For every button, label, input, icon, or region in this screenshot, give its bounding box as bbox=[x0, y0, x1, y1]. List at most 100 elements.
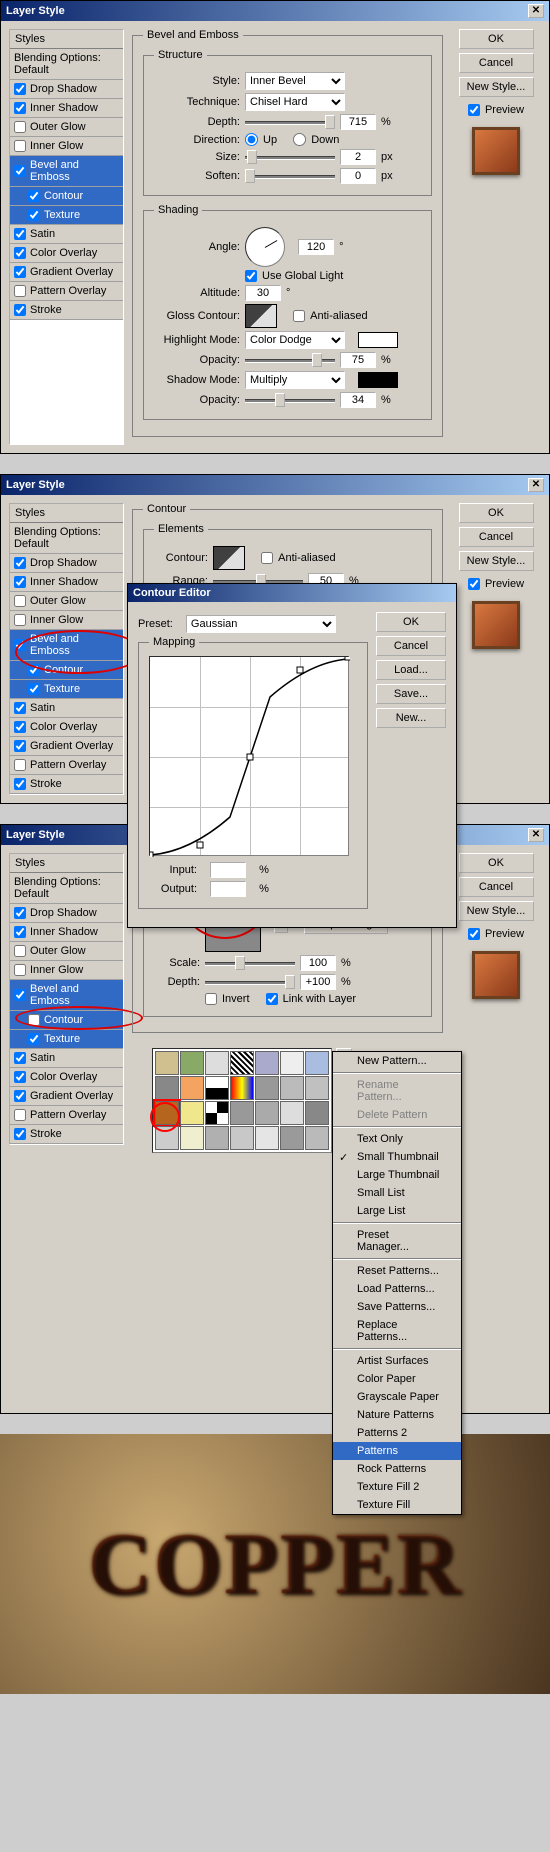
blending-options[interactable]: Blending Options: Default bbox=[10, 523, 123, 554]
new-style-button[interactable]: New Style... bbox=[459, 551, 534, 571]
pattern-picker[interactable] bbox=[152, 1048, 332, 1153]
depth-slider[interactable] bbox=[245, 114, 335, 130]
ctx-nature-patterns[interactable]: Nature Patterns bbox=[333, 1406, 461, 1424]
preset-select[interactable]: Gaussian bbox=[186, 615, 336, 633]
style-stroke[interactable]: Stroke bbox=[10, 775, 123, 794]
gloss-contour-swatch[interactable] bbox=[245, 304, 277, 328]
style-inner-shadow[interactable]: Inner Shadow bbox=[10, 99, 123, 118]
highlight-color-swatch[interactable] bbox=[358, 332, 398, 348]
new-style-button[interactable]: New Style... bbox=[459, 77, 534, 97]
style-pattern-overlay[interactable]: Pattern Overlay bbox=[10, 1106, 123, 1125]
ctx-reset-patterns[interactable]: Reset Patterns... bbox=[333, 1262, 461, 1280]
close-icon[interactable]: ✕ bbox=[528, 828, 544, 842]
new-button[interactable]: New... bbox=[376, 708, 446, 728]
cancel-button[interactable]: Cancel bbox=[459, 527, 534, 547]
style-inner-glow[interactable]: Inner Glow bbox=[10, 137, 123, 156]
style-gradient-overlay[interactable]: Gradient Overlay bbox=[10, 737, 123, 756]
aa-cb[interactable] bbox=[261, 552, 273, 564]
ctx-small-thumbnail[interactable]: ✓Small Thumbnail bbox=[333, 1148, 461, 1166]
angle-input[interactable] bbox=[298, 239, 334, 255]
style-inner-glow[interactable]: Inner Glow bbox=[10, 611, 123, 630]
soften-input[interactable] bbox=[340, 168, 376, 184]
contour-graph[interactable] bbox=[149, 656, 349, 856]
style-color-overlay[interactable]: Color Overlay bbox=[10, 1068, 123, 1087]
editor-cancel-button[interactable]: Cancel bbox=[376, 636, 446, 656]
sh-opacity-input[interactable] bbox=[340, 392, 376, 408]
load-button[interactable]: Load... bbox=[376, 660, 446, 680]
style-texture[interactable]: Texture bbox=[10, 206, 123, 225]
editor-ok-button[interactable]: OK bbox=[376, 612, 446, 632]
depth-input[interactable] bbox=[300, 974, 336, 990]
hl-opacity-slider[interactable] bbox=[245, 352, 335, 368]
ctx-load-patterns[interactable]: Load Patterns... bbox=[333, 1280, 461, 1298]
style-color-overlay[interactable]: Color Overlay bbox=[10, 718, 123, 737]
style-inner-shadow[interactable]: Inner Shadow bbox=[10, 923, 123, 942]
style-drop-shadow[interactable]: Drop Shadow bbox=[10, 554, 123, 573]
ok-button[interactable]: OK bbox=[459, 503, 534, 523]
cancel-button[interactable]: Cancel bbox=[459, 53, 534, 73]
size-slider[interactable] bbox=[245, 149, 335, 165]
blending-options[interactable]: Blending Options: Default bbox=[10, 873, 123, 904]
style-outer-glow[interactable]: Outer Glow bbox=[10, 592, 123, 611]
style-satin[interactable]: Satin bbox=[10, 225, 123, 244]
ctx-large-thumbnail[interactable]: Large Thumbnail bbox=[333, 1166, 461, 1184]
style-pattern-overlay[interactable]: Pattern Overlay bbox=[10, 282, 123, 301]
depth-slider[interactable] bbox=[205, 974, 295, 990]
style-stroke[interactable]: Stroke bbox=[10, 301, 123, 320]
scale-slider[interactable] bbox=[205, 955, 295, 971]
save-button[interactable]: Save... bbox=[376, 684, 446, 704]
blending-options[interactable]: Blending Options: Default bbox=[10, 49, 123, 80]
depth-input[interactable] bbox=[340, 114, 376, 130]
output-field[interactable] bbox=[210, 881, 246, 897]
contour-swatch[interactable] bbox=[213, 546, 245, 570]
ctx-replace-patterns[interactable]: Replace Patterns... bbox=[333, 1316, 461, 1346]
style-select[interactable]: Inner Bevel bbox=[245, 72, 345, 90]
preview-cb[interactable] bbox=[468, 104, 480, 116]
dir-up[interactable] bbox=[245, 133, 258, 146]
style-contour[interactable]: Contour bbox=[10, 187, 123, 206]
style-outer-glow[interactable]: Outer Glow bbox=[10, 118, 123, 137]
scale-input[interactable] bbox=[300, 955, 336, 971]
ctx-preset-manager[interactable]: Preset Manager... bbox=[333, 1226, 461, 1256]
altitude-input[interactable] bbox=[245, 285, 281, 301]
new-style-button[interactable]: New Style... bbox=[459, 901, 534, 921]
style-color-overlay[interactable]: Color Overlay bbox=[10, 244, 123, 263]
style-outer-glow[interactable]: Outer Glow bbox=[10, 942, 123, 961]
sh-opacity-slider[interactable] bbox=[245, 392, 335, 408]
ctx-new-pattern[interactable]: New Pattern... bbox=[333, 1052, 461, 1070]
shadow-color-swatch[interactable] bbox=[358, 372, 398, 388]
cancel-button[interactable]: Cancel bbox=[459, 877, 534, 897]
style-gradient-overlay[interactable]: Gradient Overlay bbox=[10, 263, 123, 282]
style-pattern-overlay[interactable]: Pattern Overlay bbox=[10, 756, 123, 775]
invert-cb[interactable] bbox=[205, 993, 217, 1005]
global-light-cb[interactable] bbox=[245, 270, 257, 282]
ctx-rock-patterns[interactable]: Rock Patterns bbox=[333, 1460, 461, 1478]
soften-slider[interactable] bbox=[245, 168, 335, 184]
input-field[interactable] bbox=[210, 862, 246, 878]
ctx-texture-fill[interactable]: Texture Fill bbox=[333, 1496, 461, 1514]
ok-button[interactable]: OK bbox=[459, 29, 534, 49]
technique-select[interactable]: Chisel Hard bbox=[245, 93, 345, 111]
style-stroke[interactable]: Stroke bbox=[10, 1125, 123, 1144]
close-icon[interactable]: ✕ bbox=[528, 4, 544, 18]
style-bevel-emboss[interactable]: Bevel and Emboss bbox=[10, 156, 123, 187]
style-inner-glow[interactable]: Inner Glow bbox=[10, 961, 123, 980]
size-input[interactable] bbox=[340, 149, 376, 165]
ctx-small-list[interactable]: Small List bbox=[333, 1184, 461, 1202]
anti-aliased-cb[interactable] bbox=[293, 310, 305, 322]
close-icon[interactable]: ✕ bbox=[528, 478, 544, 492]
style-gradient-overlay[interactable]: Gradient Overlay bbox=[10, 1087, 123, 1106]
angle-wheel[interactable] bbox=[245, 227, 285, 267]
link-layer-cb[interactable] bbox=[266, 993, 278, 1005]
highlight-mode-select[interactable]: Color Dodge bbox=[245, 331, 345, 349]
ctx-grayscale-paper[interactable]: Grayscale Paper bbox=[333, 1388, 461, 1406]
style-texture[interactable]: Texture bbox=[10, 680, 123, 699]
style-satin[interactable]: Satin bbox=[10, 699, 123, 718]
style-texture[interactable]: Texture bbox=[10, 1030, 123, 1049]
ctx-text-only[interactable]: Text Only bbox=[333, 1130, 461, 1148]
dir-down[interactable] bbox=[293, 133, 306, 146]
ctx-save-patterns[interactable]: Save Patterns... bbox=[333, 1298, 461, 1316]
ok-button[interactable]: OK bbox=[459, 853, 534, 873]
style-drop-shadow[interactable]: Drop Shadow bbox=[10, 904, 123, 923]
ctx-patterns-2[interactable]: Patterns 2 bbox=[333, 1424, 461, 1442]
